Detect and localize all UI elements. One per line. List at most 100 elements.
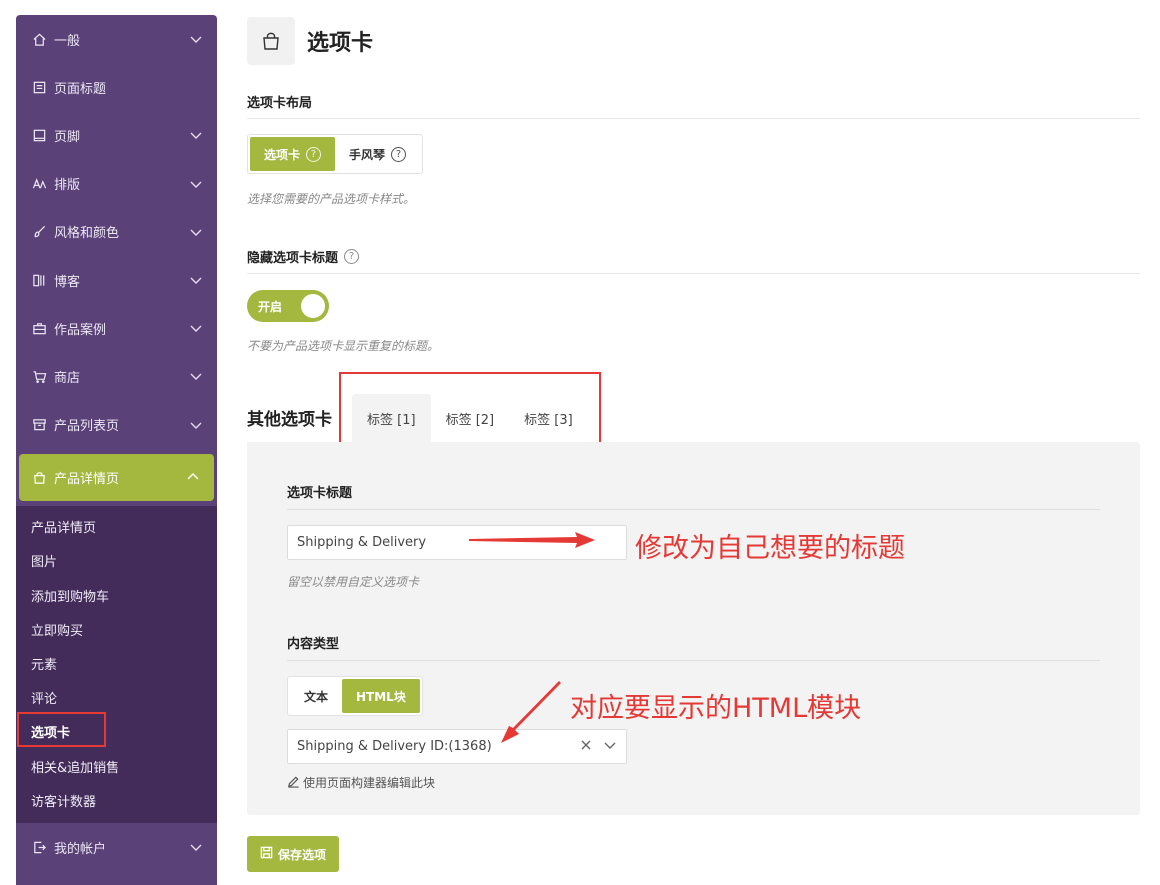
- sidebar-item-style-colors[interactable]: 风格和颜色: [16, 208, 217, 256]
- chevron-down-icon: [189, 369, 203, 383]
- pencil-icon: [287, 775, 303, 791]
- content-type-html-block[interactable]: HTML块: [342, 679, 420, 713]
- html-block-select[interactable]: Shipping & Delivery ID:(1368): [287, 729, 627, 764]
- sidebar-item-label: 商店: [54, 370, 81, 386]
- submenu-item-buy-now[interactable]: 立即购买: [16, 612, 217, 646]
- sidebar-item-label: 产品详情页: [54, 471, 120, 487]
- option-label: 选项卡: [264, 147, 301, 162]
- chevron-down-icon: [189, 225, 203, 239]
- layout-option-accordion[interactable]: 手风琴?: [335, 137, 420, 171]
- annotation-highlight-box: [339, 372, 601, 449]
- tab-settings-panel: 选项卡标题 Shipping & Delivery 留空以禁用自定义选项卡 内容…: [247, 442, 1140, 815]
- account-icon: [30, 838, 48, 856]
- sidebar-item-portfolio[interactable]: 作品案例: [16, 304, 217, 352]
- sidebar-item-blog[interactable]: 博客: [16, 256, 217, 304]
- sidebar-item-single-product[interactable]: 产品详情页: [19, 453, 214, 501]
- chevron-down-icon: [189, 840, 203, 854]
- sidebar-item-label: 作品案例: [54, 322, 107, 338]
- help-icon[interactable]: ?: [344, 249, 360, 264]
- sidebar-item-label: 排版: [54, 178, 81, 194]
- briefcase-icon: [30, 319, 48, 337]
- chevron-down-icon: [189, 32, 203, 46]
- sidebar-item-footer[interactable]: 页脚: [16, 111, 217, 159]
- chevron-down-icon: [189, 418, 203, 432]
- annotation-title-note: 修改为自己想要的标题: [635, 533, 905, 564]
- bag-icon: [30, 468, 48, 486]
- save-icon: [260, 846, 278, 862]
- hide-titles-help: 不要为产品选项卡显示重复的标题。: [247, 339, 440, 353]
- layout-option-tabs[interactable]: 选项卡?: [250, 137, 336, 171]
- sidebar-item-general[interactable]: 一般: [16, 15, 217, 63]
- annotation-block-note: 对应要显示的HTML模块: [570, 693, 862, 724]
- chevron-down-icon: [189, 321, 203, 335]
- archive-icon: [30, 416, 48, 434]
- sidebar-item-label: 我的帐户: [54, 841, 107, 857]
- blog-icon: [30, 271, 48, 289]
- help-icon[interactable]: ?: [306, 146, 322, 162]
- submenu-item-related-upsells[interactable]: 相关&追加销售: [16, 749, 217, 783]
- save-label: 保存选项: [278, 847, 327, 862]
- sidebar-item-label: 博客: [54, 274, 81, 290]
- divider: [247, 118, 1140, 119]
- clear-icon[interactable]: [569, 738, 593, 756]
- annotation-arrow-down-left: [501, 681, 561, 743]
- tab-title-label: 选项卡标题: [287, 486, 353, 501]
- sidebar-item-product-archive[interactable]: 产品列表页: [16, 401, 217, 449]
- cart-icon: [30, 367, 48, 385]
- bag-icon: [247, 17, 295, 65]
- page-icon: [30, 78, 48, 96]
- sidebar-submenu: 产品详情页 图片 添加到购物车 立即购买 元素 评论 选项卡 相关&追加销售 访…: [16, 505, 217, 824]
- edit-with-builder-link[interactable]: 使用页面构建器编辑此块: [287, 774, 435, 791]
- footer-icon: [30, 126, 48, 144]
- annotation-highlight-box: [17, 712, 106, 747]
- chevron-up-icon: [186, 470, 200, 484]
- tab-title-help: 留空以禁用自定义选项卡: [287, 575, 420, 589]
- submenu-item-elements[interactable]: 元素: [16, 646, 217, 680]
- settings-sidebar: 一般 页面标题 页脚 排版 风格和颜色 博客 作品案例 商店 产品列表页 产品详…: [16, 15, 217, 885]
- option-label: 手风琴: [349, 147, 386, 162]
- tab-layout-label: 选项卡布局: [247, 96, 313, 111]
- page-title: 选项卡: [307, 31, 374, 56]
- edit-link-label: 使用页面构建器编辑此块: [303, 776, 436, 790]
- submenu-item-add-to-cart[interactable]: 添加到购物车: [16, 578, 217, 612]
- submenu-item-visitor-counter[interactable]: 访客计数器: [16, 783, 217, 817]
- toggle-label: 开启: [258, 299, 283, 314]
- sidebar-item-shop[interactable]: 商店: [16, 352, 217, 400]
- sidebar-item-my-account[interactable]: 我的帐户: [16, 823, 217, 871]
- divider: [287, 660, 1100, 661]
- main-content: 选项卡 选项卡布局 选项卡? 手风琴? 选择您需要的产品选项卡样式。 隐藏选项卡…: [247, 0, 1140, 885]
- divider: [247, 273, 1140, 274]
- submenu-item-images[interactable]: 图片: [16, 544, 217, 578]
- help-icon[interactable]: ?: [391, 146, 407, 162]
- annotation-arrow-right: [469, 532, 595, 548]
- sidebar-item-label: 风格和颜色: [54, 226, 120, 242]
- content-type-text[interactable]: 文本: [290, 679, 342, 713]
- other-tabs-title: 其他选项卡: [247, 410, 332, 430]
- hide-titles-label: 隐藏选项卡标题?: [247, 247, 360, 266]
- brush-icon: [30, 223, 48, 241]
- save-options-button[interactable]: 保存选项: [247, 836, 340, 872]
- page-header: 选项卡: [247, 17, 373, 65]
- chevron-down-icon: [189, 273, 203, 287]
- tab-layout-help: 选择您需要的产品选项卡样式。: [247, 192, 416, 206]
- sidebar-item-label: 一般: [54, 33, 81, 49]
- submenu-item-single-product[interactable]: 产品详情页: [16, 510, 217, 544]
- sidebar-item-label: 页面标题: [54, 81, 107, 97]
- sidebar-item-label: 产品列表页: [54, 419, 120, 435]
- sidebar-item-typography[interactable]: 排版: [16, 160, 217, 208]
- submenu-item-reviews[interactable]: 评论: [16, 681, 217, 715]
- home-icon: [30, 30, 48, 48]
- typography-icon: [30, 175, 48, 193]
- sidebar-item-label: 页脚: [54, 129, 81, 145]
- chevron-down-icon: [189, 128, 203, 142]
- label-text: 隐藏选项卡标题: [247, 251, 339, 266]
- content-type-label: 内容类型: [287, 637, 340, 652]
- sidebar-item-page-title[interactable]: 页面标题: [16, 63, 217, 111]
- divider: [287, 509, 1100, 510]
- chevron-down-icon[interactable]: [593, 738, 617, 756]
- tab-layout-selector: 选项卡? 手风琴?: [247, 134, 424, 174]
- toggle-knob: [301, 294, 325, 318]
- chevron-down-icon: [189, 177, 203, 191]
- content-type-selector: 文本 HTML块: [287, 676, 423, 716]
- hide-titles-toggle[interactable]: 开启: [247, 290, 329, 322]
